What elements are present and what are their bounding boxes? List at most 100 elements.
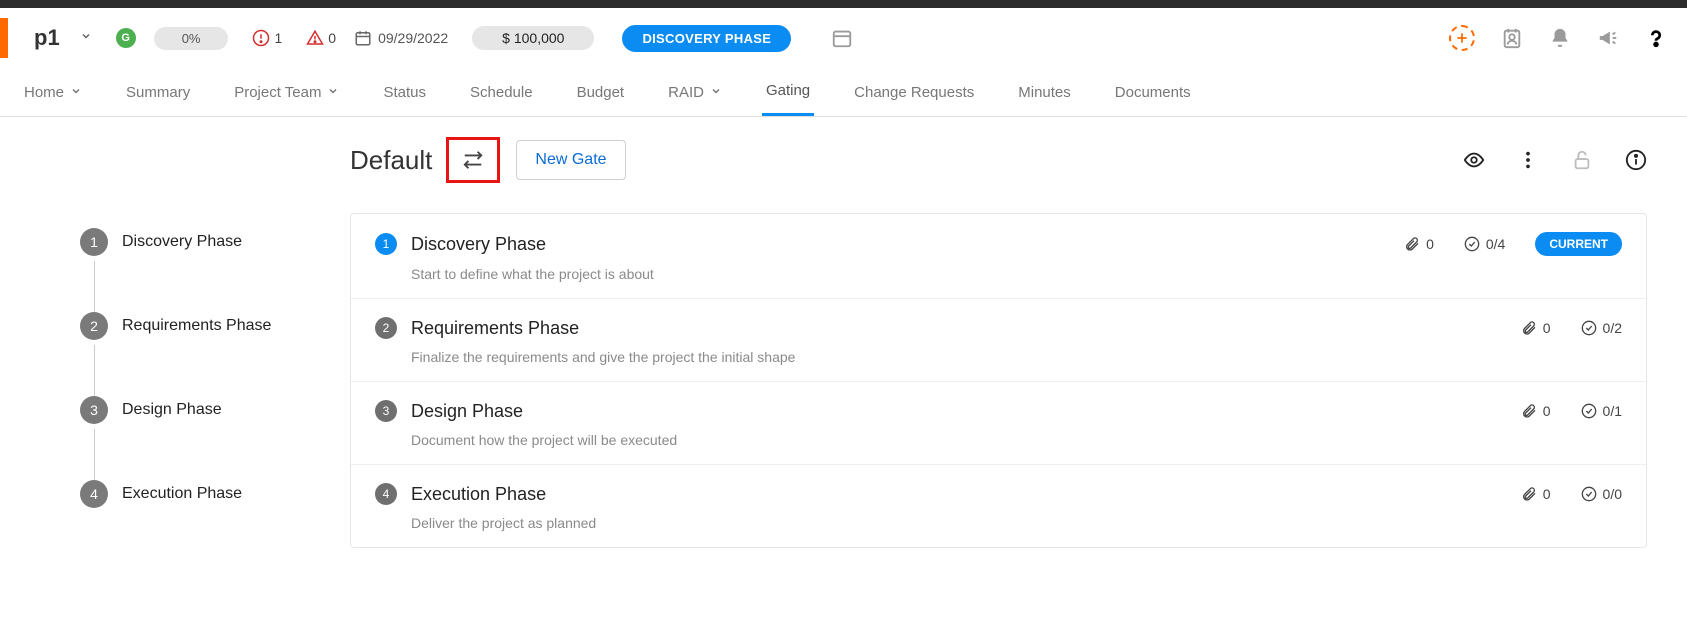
tab-schedule[interactable]: Schedule — [466, 68, 537, 116]
health-status-badge[interactable]: G — [116, 28, 136, 48]
check-circle-icon — [1581, 486, 1597, 502]
announce-icon[interactable] — [1597, 27, 1619, 49]
gate-description: Start to define what the project is abou… — [411, 266, 1622, 282]
current-badge: CURRENT — [1535, 232, 1622, 256]
plus-icon — [1455, 31, 1469, 45]
gate-row-top: 3Design Phase00/1 — [375, 400, 1622, 422]
watch-icon[interactable] — [1463, 149, 1485, 171]
gate-name: Execution Phase — [411, 484, 1491, 505]
bell-icon[interactable] — [1549, 27, 1571, 49]
step-label: Requirements Phase — [122, 317, 271, 335]
risk-count[interactable]: 0 — [306, 29, 336, 47]
project-header: p1 G 0% 1 0 09/29/2022 $ 100,000 DISCOVE… — [0, 8, 1687, 68]
tab-summary[interactable]: Summary — [122, 68, 194, 116]
tab-label: Change Requests — [854, 84, 974, 101]
more-icon[interactable] — [1517, 149, 1539, 171]
budget-pill[interactable]: $ 100,000 — [472, 26, 594, 50]
project-name[interactable]: p1 — [34, 25, 60, 51]
side-step[interactable]: 4 Execution Phase — [40, 469, 320, 519]
attachment-count[interactable]: 0 — [1521, 320, 1551, 336]
chevron-down-icon — [710, 84, 722, 101]
tab-change-requests[interactable]: Change Requests — [850, 68, 978, 116]
issue-count[interactable]: 1 — [252, 29, 282, 47]
gate-row[interactable]: 2Requirements Phase00/2Finalize the requ… — [351, 299, 1646, 382]
checklist-count[interactable]: 0/4 — [1464, 236, 1505, 252]
tab-project-team[interactable]: Project Team — [230, 68, 343, 116]
checklist-count[interactable]: 0/2 — [1581, 320, 1622, 336]
lock-icon[interactable] — [1571, 149, 1593, 171]
swap-icon — [462, 149, 484, 171]
alert-triangle-icon — [306, 29, 324, 47]
gate-name: Discovery Phase — [411, 234, 1374, 255]
tab-label: Budget — [577, 84, 625, 101]
side-step[interactable]: 1 Discovery Phase — [40, 217, 320, 301]
gating-panel: Default New Gate 1Discovery Pha — [350, 137, 1647, 548]
new-gate-button[interactable]: New Gate — [516, 140, 625, 180]
chevron-down-icon — [70, 84, 82, 101]
tab-label: Home — [24, 84, 64, 101]
accent-bar — [0, 18, 8, 58]
gate-number: 3 — [375, 400, 397, 422]
tab-label: Summary — [126, 84, 190, 101]
gate-row[interactable]: 3Design Phase00/1Document how the projec… — [351, 382, 1646, 465]
browser-chrome-strip — [0, 0, 1687, 8]
tab-label: Status — [383, 84, 426, 101]
gate-number: 4 — [375, 483, 397, 505]
gate-description: Deliver the project as planned — [411, 515, 1622, 531]
attachment-count[interactable]: 0 — [1521, 403, 1551, 419]
gating-title: Default — [350, 145, 432, 176]
help-icon[interactable] — [1645, 27, 1667, 49]
attachment-count[interactable]: 0 — [1404, 236, 1434, 252]
info-icon[interactable] — [1625, 149, 1647, 171]
tab-gating[interactable]: Gating — [762, 68, 814, 116]
gate-row[interactable]: 4 Execution Phase 0 0/0 Deliver the project … — [351, 465, 1646, 547]
tab-status[interactable]: Status — [379, 68, 430, 116]
paperclip-icon — [1521, 403, 1537, 419]
gate-row-top: 1 Discovery Phase 0 0/4 CURRENT — [375, 232, 1622, 256]
gate-number: 1 — [375, 233, 397, 255]
checklist-count[interactable]: 0/1 — [1581, 403, 1622, 419]
check-circle-icon — [1581, 403, 1597, 419]
side-step[interactable]: 3Design Phase — [40, 385, 320, 469]
step-number: 1 — [80, 228, 108, 256]
progress-pill[interactable]: 0% — [154, 27, 229, 50]
tab-raid[interactable]: RAID — [664, 68, 726, 116]
project-date[interactable]: 09/29/2022 — [354, 29, 448, 47]
step-label: Discovery Phase — [122, 233, 242, 251]
tab-home[interactable]: Home — [20, 68, 86, 116]
step-number: 4 — [80, 480, 108, 508]
gate-row[interactable]: 1 Discovery Phase 0 0/4 CURRENT Start to defi… — [351, 214, 1646, 299]
tab-label: Minutes — [1018, 84, 1071, 101]
paperclip-icon — [1521, 486, 1537, 502]
step-label: Execution Phase — [122, 485, 242, 503]
current-phase-badge[interactable]: DISCOVERY PHASE — [622, 25, 791, 52]
chevron-down-icon — [327, 84, 339, 101]
side-stepper: 1 Discovery Phase 2Requirements Phase3Desi… — [40, 137, 320, 548]
calendar-empty-icon[interactable] — [831, 27, 853, 49]
check-circle-icon — [1464, 236, 1480, 252]
gating-header: Default New Gate — [350, 137, 1647, 183]
paperclip-icon — [1404, 236, 1420, 252]
tab-minutes[interactable]: Minutes — [1014, 68, 1075, 116]
paperclip-icon — [1521, 320, 1537, 336]
gate-description: Document how the project will be execute… — [411, 432, 1622, 448]
checklist-count[interactable]: 0/0 — [1581, 486, 1622, 502]
tab-budget[interactable]: Budget — [573, 68, 629, 116]
side-step[interactable]: 2Requirements Phase — [40, 301, 320, 385]
gate-row-top: 4 Execution Phase 0 0/0 — [375, 483, 1622, 505]
gate-row-top: 2Requirements Phase00/2 — [375, 317, 1622, 339]
gate-name: Requirements Phase — [411, 318, 1491, 339]
attachment-count[interactable]: 0 — [1521, 486, 1551, 502]
calendar-icon — [354, 29, 372, 47]
contact-icon[interactable] — [1501, 27, 1523, 49]
project-dropdown[interactable] — [80, 29, 92, 47]
risk-count-value: 0 — [328, 30, 336, 46]
issue-count-value: 1 — [274, 30, 282, 46]
add-button[interactable] — [1449, 25, 1475, 51]
tab-label: Gating — [766, 82, 810, 99]
step-number: 3 — [80, 396, 108, 424]
swap-template-button[interactable] — [446, 137, 500, 183]
check-circle-icon — [1581, 320, 1597, 336]
tab-documents[interactable]: Documents — [1111, 68, 1195, 116]
tab-label: Documents — [1115, 84, 1191, 101]
